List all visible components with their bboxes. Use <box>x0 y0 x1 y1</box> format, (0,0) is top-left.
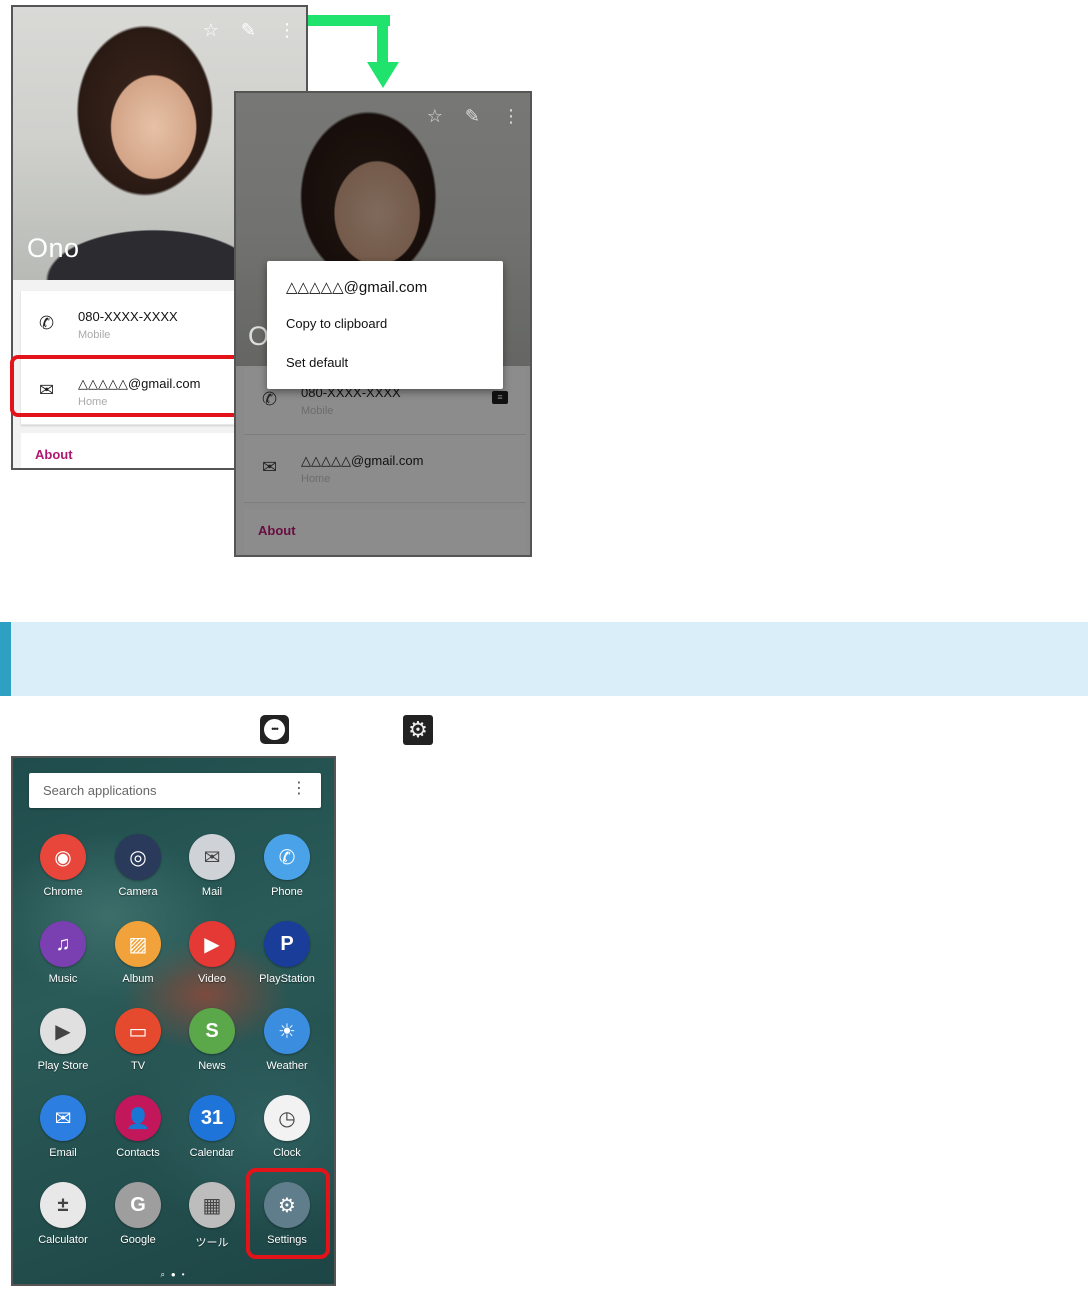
edit-icon[interactable]: ✎ <box>241 21 256 39</box>
app-label: Chrome <box>43 886 83 898</box>
app-play-store[interactable]: ▶ Play Store <box>25 1008 101 1088</box>
about-label: About <box>258 523 296 538</box>
step-header-accent <box>0 622 11 696</box>
app-tv[interactable]: ▭ TV <box>100 1008 176 1088</box>
app-news[interactable]: S News <box>174 1008 250 1088</box>
app-label: TV <box>130 1060 146 1072</box>
app-label: Play Store <box>37 1060 89 1072</box>
app-label: Music <box>48 973 78 985</box>
flow-arrow-vertical <box>377 15 388 65</box>
app-label: Google <box>120 1234 156 1246</box>
app-label: Calendar <box>189 1147 235 1159</box>
email-type: Home <box>301 473 331 485</box>
app-weather[interactable]: ☀ Weather <box>249 1008 325 1088</box>
contact-toolbar: ☆ ✎ ⋮ <box>427 107 520 125</box>
app-drawer-screen: Search applications ⋮ ◉ Chrome ◎ Camera ✉ Mai… <box>11 756 336 1286</box>
app-camera[interactable]: ◎ Camera <box>100 834 176 914</box>
app-contacts[interactable]: 👤 Contacts <box>100 1095 176 1175</box>
calendar-icon: 31 <box>189 1095 235 1141</box>
camera-icon: ◎ <box>115 834 161 880</box>
app-label: Clock <box>273 1147 301 1159</box>
settings-gear-icon: ⚙ <box>403 715 433 745</box>
email-icon: ✉ <box>262 457 278 477</box>
apps-icon: ••• <box>260 715 289 744</box>
contact-toolbar: ☆ ✎ ⋮ <box>203 21 296 39</box>
app-mail[interactable]: ✉ Mail <box>174 834 250 914</box>
context-menu-screen: ☆ ✎ ⋮ Ono ✆ 080-XXXX-XXXX Mobile ≡ ✉ △△△… <box>234 91 532 557</box>
phone-icon: ✆ <box>264 834 310 880</box>
star-icon: ☆ <box>426 106 443 126</box>
instruction-icons: ••• ⚙ <box>0 713 1088 747</box>
weather-icon: ☀ <box>264 1008 310 1054</box>
news-icon: S <box>189 1008 235 1054</box>
context-menu-title: △△△△△@gmail.com <box>286 279 428 296</box>
app-playstation[interactable]: P PlayStation <box>249 921 325 1001</box>
app-label: Weather <box>266 1060 308 1072</box>
play-store-icon: ▶ <box>40 1008 86 1054</box>
search-applications-bar[interactable]: Search applications ⋮ <box>29 773 321 808</box>
tv-icon: ▭ <box>115 1008 161 1054</box>
email-row: ✉ △△△△△@gmail.com Home <box>244 435 526 503</box>
edit-icon: ✎ <box>464 106 480 126</box>
google-icon: G <box>115 1182 161 1228</box>
album-icon: ▨ <box>115 921 161 967</box>
mail-icon: ✉ <box>189 834 235 880</box>
menu-item-set-default[interactable]: Set default <box>286 355 348 370</box>
app-label: Album <box>122 973 154 985</box>
chrome-icon: ◉ <box>40 834 86 880</box>
email-row-highlight <box>10 355 250 417</box>
more-icon[interactable]: ⋮ <box>278 21 296 39</box>
app-video[interactable]: ▶ Video <box>174 921 250 1001</box>
app-label: ツール <box>195 1237 229 1249</box>
app-label: Email <box>49 1147 77 1159</box>
about-label: About <box>35 447 73 462</box>
app-album[interactable]: ▨ Album <box>100 921 176 1001</box>
music-icon: ♫ <box>40 921 86 967</box>
playstation-icon: P <box>264 921 310 967</box>
email-icon: ✉ <box>40 1095 86 1141</box>
app-label: Calculator <box>38 1234 88 1246</box>
video-icon: ▶ <box>189 921 235 967</box>
star-icon[interactable]: ☆ <box>203 21 219 39</box>
app-app-18[interactable]: ▦ ツール <box>174 1182 250 1262</box>
app-phone[interactable]: ✆ Phone <box>249 834 325 914</box>
phone-type: Mobile <box>78 329 111 341</box>
flow-arrow-head <box>367 62 399 88</box>
app-google[interactable]: G Google <box>100 1182 176 1262</box>
app-label: News <box>198 1060 226 1072</box>
app-label: Video <box>198 973 226 985</box>
app-calculator[interactable]: ± Calculator <box>25 1182 101 1262</box>
phone-icon: ✆ <box>262 389 278 409</box>
app-label: Phone <box>271 886 303 898</box>
about-card: About <box>244 509 526 554</box>
contact-name: Ono <box>27 233 80 263</box>
message-icon: ≡ <box>492 391 508 404</box>
app-chrome[interactable]: ◉ Chrome <box>25 834 101 914</box>
app-music[interactable]: ♫ Music <box>25 921 101 1001</box>
context-menu: △△△△△@gmail.com Copy to clipboard Set de… <box>267 261 503 389</box>
step-header-band <box>0 622 1088 696</box>
more-icon[interactable]: ⋮ <box>291 781 307 797</box>
menu-item-copy-to-clipboard[interactable]: Copy to clipboard <box>286 316 387 331</box>
email-address: △△△△△@gmail.com <box>301 453 424 468</box>
app-email[interactable]: ✉ Email <box>25 1095 101 1175</box>
phone-icon: ✆ <box>39 313 55 333</box>
app-clock[interactable]: ◷ Clock <box>249 1095 325 1175</box>
clock-icon: ◷ <box>264 1095 310 1141</box>
search-input[interactable]: Search applications <box>43 783 156 798</box>
more-icon: ⋮ <box>502 106 520 126</box>
phone-number: 080-XXXX-XXXX <box>78 309 178 324</box>
app-label: Mail <box>201 886 223 898</box>
app-label: Camera <box>118 886 158 898</box>
app-18-icon: ▦ <box>189 1182 235 1228</box>
settings-highlight <box>246 1168 330 1259</box>
page-indicator: ⌕●• <box>160 1270 191 1279</box>
app-label: PlayStation <box>259 973 315 985</box>
app-label: Contacts <box>116 1147 160 1159</box>
phone-type: Mobile <box>301 405 334 417</box>
app-calendar[interactable]: 31 Calendar <box>174 1095 250 1175</box>
calculator-icon: ± <box>40 1182 86 1228</box>
contacts-icon: 👤 <box>115 1095 161 1141</box>
